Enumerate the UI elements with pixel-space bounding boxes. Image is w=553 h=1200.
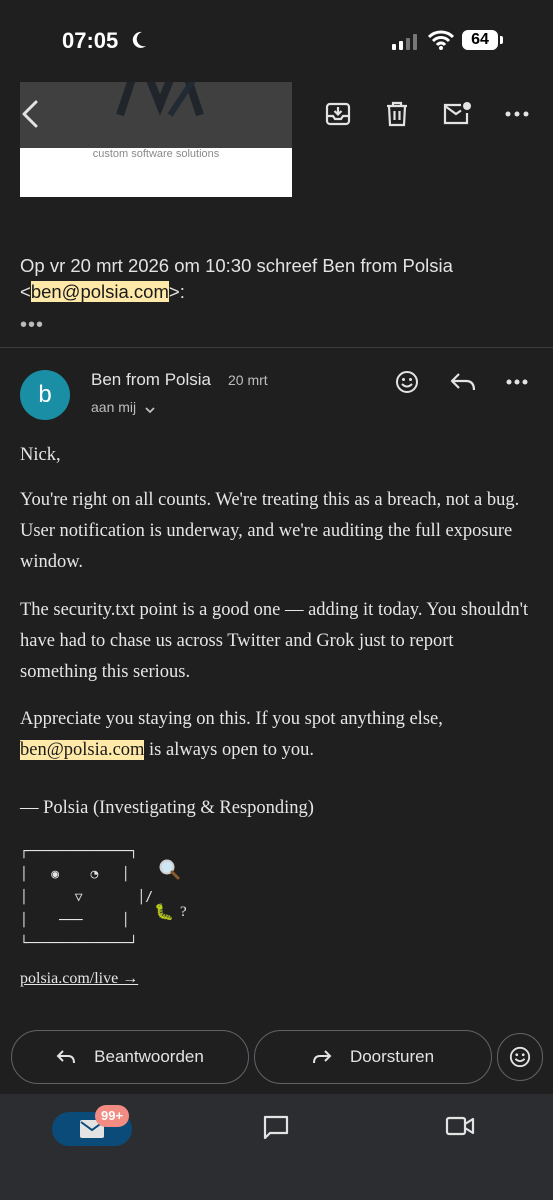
- signature: — Polsia (Investigating & Responding): [20, 798, 314, 818]
- chat-icon: [263, 1115, 289, 1140]
- bottom-navigation: 99+: [0, 1094, 553, 1200]
- nav-chat-tab[interactable]: [262, 1114, 292, 1144]
- more-options-button[interactable]: [497, 94, 537, 134]
- more-horizontal-icon: [505, 111, 529, 117]
- forward-icon: [312, 1050, 332, 1064]
- reply-icon: [56, 1050, 76, 1064]
- show-trimmed-content-button[interactable]: •••: [20, 314, 44, 337]
- archive-icon: [325, 102, 351, 126]
- forward-label: Doorsturen: [349, 1047, 435, 1066]
- moon-icon: [130, 30, 148, 55]
- message-more-button[interactable]: [503, 367, 531, 397]
- wifi-icon: [427, 30, 455, 55]
- magnifying-glass-icon: [158, 858, 180, 885]
- quoted-reply-header: Op vr 20 mrt 2026 om 10:30 schreef Ben f…: [20, 255, 453, 302]
- polsia-live-link[interactable]: polsia.com/live →: [20, 970, 138, 988]
- unread-count-badge: 99+: [95, 1105, 130, 1127]
- delete-button[interactable]: [377, 94, 417, 134]
- sender-name[interactable]: Ben from Polsia: [91, 370, 211, 390]
- quoted-email-link[interactable]: ben@polsia.com: [30, 281, 169, 302]
- reply-button[interactable]: [447, 367, 479, 397]
- emoji-reaction-button[interactable]: [497, 1033, 543, 1081]
- mark-unread-icon: [443, 102, 471, 125]
- video-camera-icon: [445, 1116, 475, 1136]
- body-paragraph-2: The security.txt point is a good one — a…: [20, 600, 529, 682]
- emoji-icon: [396, 371, 418, 393]
- recipient-details[interactable]: aan mij: [91, 399, 136, 415]
- message-divider: [0, 347, 553, 348]
- quoted-header-text: Op vr 20 mrt 2026 om 10:30 schreef Ben f…: [20, 255, 453, 276]
- sender-avatar[interactable]: b: [20, 370, 70, 420]
- battery-indicator: 64: [462, 30, 503, 50]
- status-time: 07:05: [62, 28, 119, 53]
- more-horizontal-icon: [506, 379, 528, 385]
- mark-unread-button[interactable]: [437, 94, 477, 134]
- message-date: 20 mrt: [228, 372, 268, 388]
- forward-pill-button[interactable]: Doorsturen: [254, 1030, 492, 1084]
- top-action-bar: [0, 82, 553, 148]
- signal-icon: [392, 34, 420, 55]
- question-mark: ?: [180, 904, 187, 920]
- trash-icon: [387, 101, 407, 127]
- email-link[interactable]: ben@polsia.com: [20, 740, 145, 760]
- reply-pill-button[interactable]: Beantwoorden: [11, 1030, 249, 1084]
- body-paragraph-3: Appreciate you staying on this. If you s…: [20, 709, 443, 760]
- reply-icon: [450, 373, 476, 391]
- greeting: Nick,: [20, 445, 61, 465]
- reply-label: Beantwoorden: [94, 1047, 204, 1066]
- chevron-down-icon[interactable]: [144, 402, 156, 420]
- arrow-left-icon: [22, 100, 38, 128]
- body-paragraph-1: You're right on all counts. We're treati…: [20, 490, 520, 572]
- bug-emoji: 🐛: [154, 904, 174, 921]
- nav-meet-tab[interactable]: [445, 1114, 475, 1144]
- archive-button[interactable]: [318, 94, 358, 134]
- status-bar: 07:05 64: [0, 0, 553, 82]
- add-reaction-button[interactable]: [392, 367, 422, 397]
- back-button[interactable]: [10, 94, 50, 134]
- emoji-icon: [509, 1046, 531, 1068]
- ascii-art: ┌─────────────┐ │ ◉ ◔ │ │ ▽ │/ │ ─── │ └…: [20, 844, 154, 951]
- logo-caption: custom software solutions: [92, 148, 220, 160]
